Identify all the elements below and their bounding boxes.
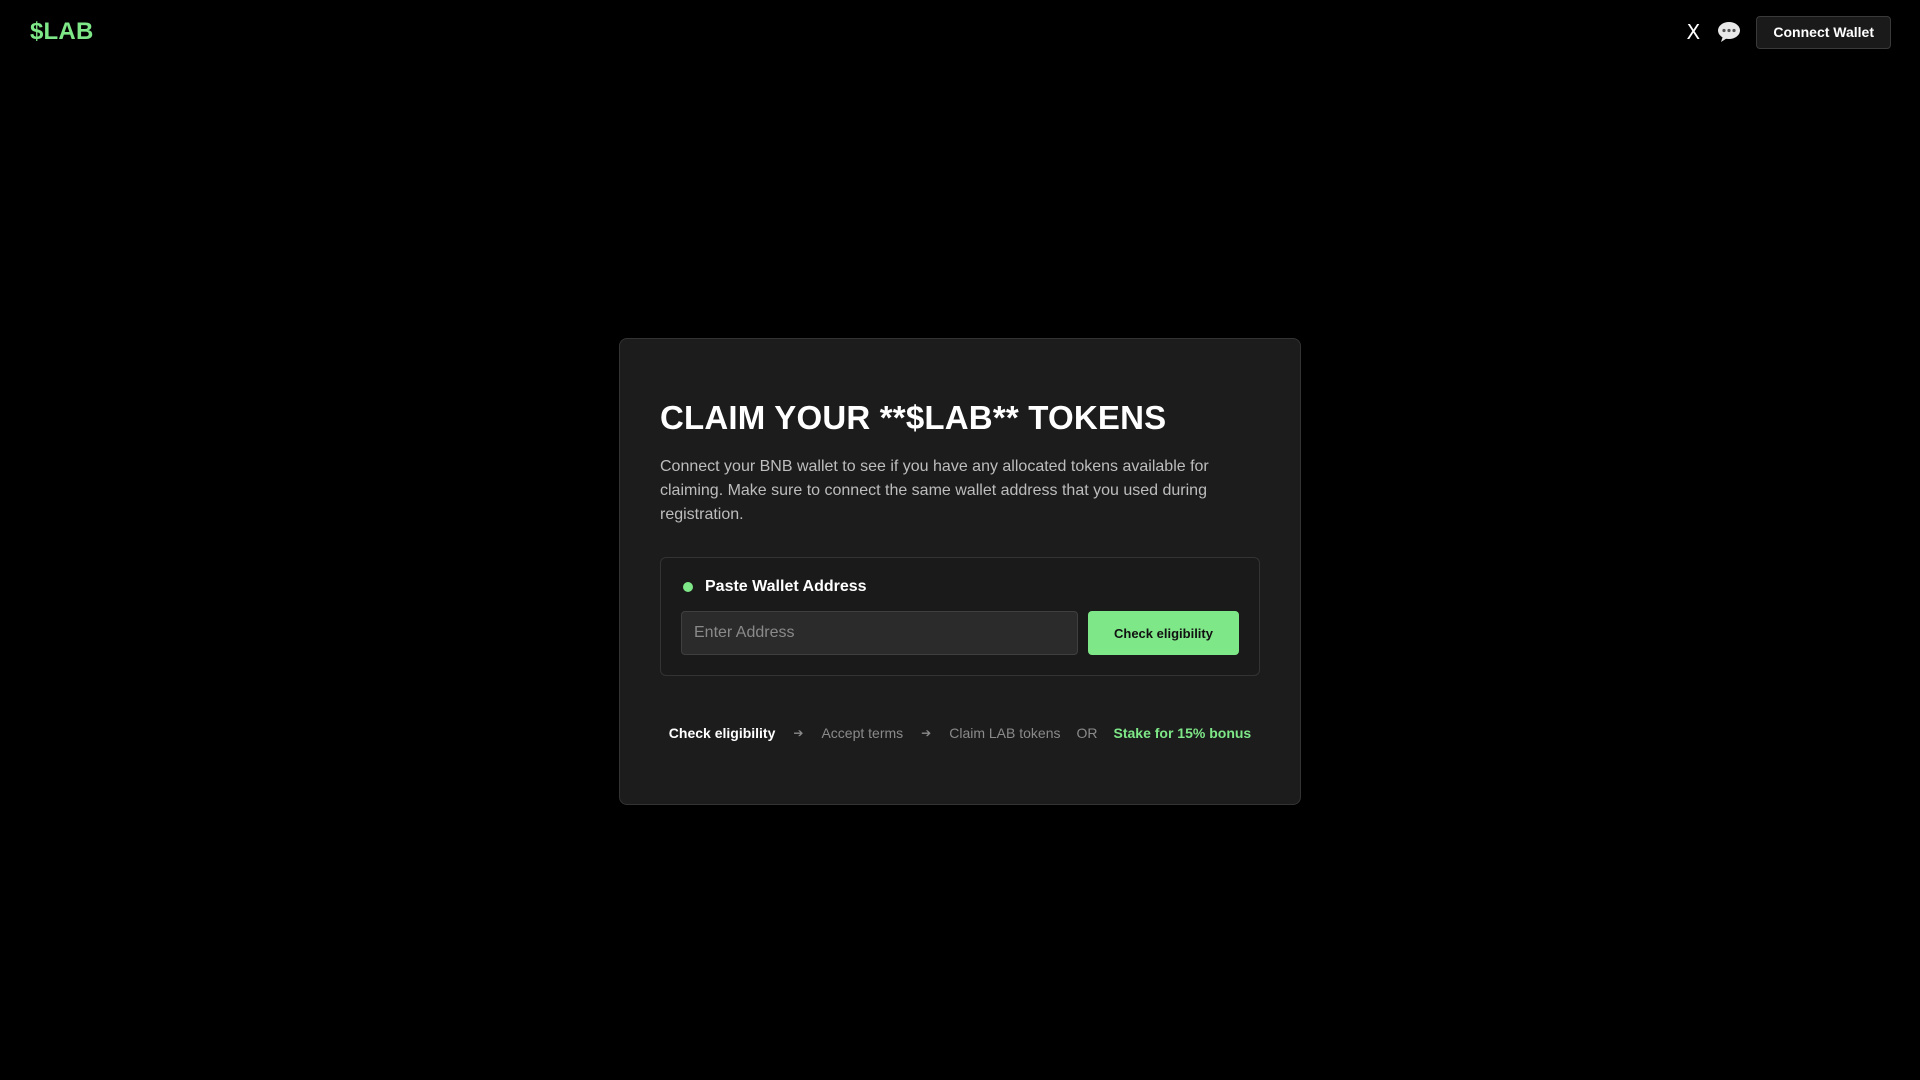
check-eligibility-button[interactable]: Check eligibility bbox=[1088, 611, 1239, 655]
wallet-address-panel: Paste Wallet Address Check eligibility bbox=[660, 557, 1260, 676]
right-arrow-icon: ➔ bbox=[921, 726, 932, 740]
logo[interactable]: $LAB bbox=[30, 18, 93, 46]
or-separator: OR bbox=[1076, 725, 1098, 741]
claim-steps: Check eligibility ➔ Accept terms ➔ Claim… bbox=[660, 725, 1260, 741]
right-arrow-icon: ➔ bbox=[793, 726, 804, 740]
x-icon[interactable]: X bbox=[1680, 20, 1706, 44]
status-dot-icon bbox=[683, 582, 693, 592]
connect-wallet-button[interactable]: Connect Wallet bbox=[1756, 15, 1891, 49]
claim-card: CLAIM YOUR **$LAB** TOKENS Connect your … bbox=[619, 338, 1301, 805]
page-title: CLAIM YOUR **$LAB** TOKENS bbox=[660, 399, 1167, 436]
wallet-panel-header: Paste Wallet Address bbox=[681, 578, 1239, 596]
step-claim-tokens: Claim LAB tokens bbox=[949, 725, 1061, 741]
top-bar: $LAB X Connect Wallet bbox=[0, 0, 1920, 64]
header-actions: X Connect Wallet bbox=[1680, 15, 1891, 49]
step-accept-terms: Accept terms bbox=[821, 725, 904, 741]
chat-icon[interactable] bbox=[1716, 20, 1742, 44]
wallet-input-row: Check eligibility bbox=[681, 611, 1239, 655]
wallet-address-label: Paste Wallet Address bbox=[705, 578, 867, 595]
stake-bonus-link[interactable]: Stake for 15% bonus bbox=[1114, 725, 1252, 741]
claim-description: Connect your BNB wallet to see if you ha… bbox=[660, 458, 1209, 523]
wallet-address-input[interactable] bbox=[681, 611, 1078, 655]
step-check-eligibility: Check eligibility bbox=[668, 725, 776, 741]
